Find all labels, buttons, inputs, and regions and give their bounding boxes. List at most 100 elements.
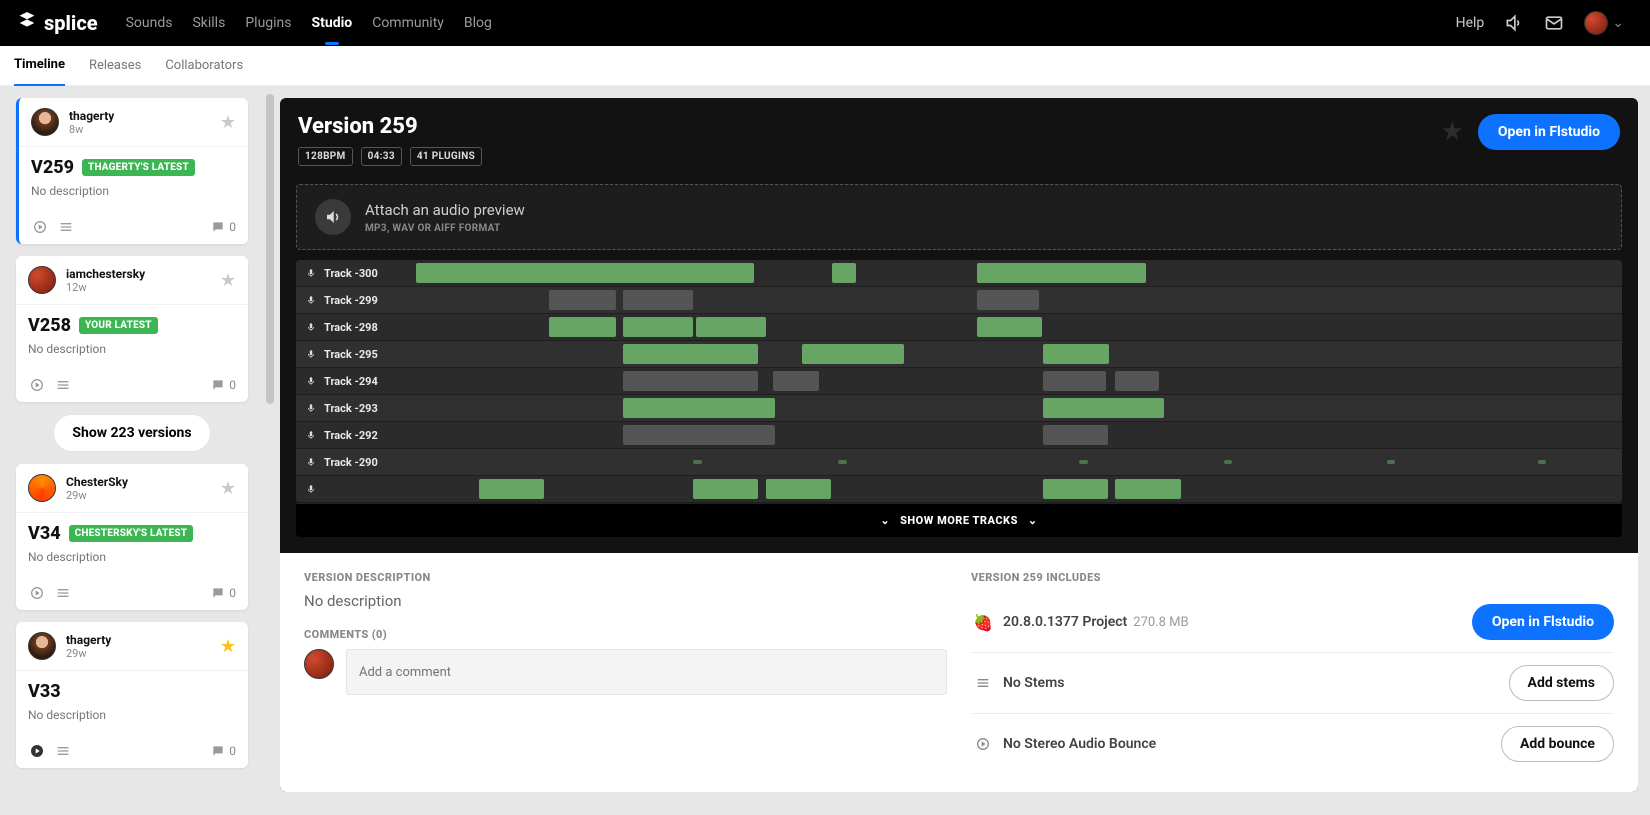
track-lane[interactable]	[416, 449, 1622, 475]
track-row[interactable]: Track -295	[296, 341, 1622, 368]
audio-clip[interactable]	[1115, 479, 1180, 499]
audio-clip[interactable]	[773, 371, 819, 391]
audio-clip[interactable]	[802, 344, 905, 364]
audio-clip[interactable]	[832, 263, 856, 283]
audio-clip[interactable]	[1538, 460, 1546, 464]
audio-clip[interactable]	[696, 317, 766, 337]
track-row[interactable]: Track -300	[296, 260, 1622, 287]
track-lane[interactable]	[416, 395, 1622, 421]
audio-clip[interactable]	[1043, 371, 1106, 391]
version-card[interactable]: thagerty29w★V33No description0	[16, 622, 248, 768]
comment-count[interactable]: 0	[211, 744, 236, 758]
audio-clip[interactable]	[623, 344, 758, 364]
star-icon[interactable]: ★	[220, 478, 236, 499]
track-lane[interactable]	[416, 287, 1622, 313]
show-more-versions-button[interactable]: Show 223 versions	[53, 414, 210, 452]
star-icon[interactable]: ★	[220, 636, 236, 657]
play-icon[interactable]	[28, 742, 46, 760]
list-icon[interactable]	[54, 584, 72, 602]
show-more-tracks-button[interactable]: ⌄ SHOW MORE TRACKS ⌄	[296, 503, 1622, 537]
nav-blog[interactable]: Blog	[464, 15, 492, 31]
nav-community[interactable]: Community	[372, 15, 444, 31]
audio-clip[interactable]	[1079, 460, 1087, 464]
audio-clip[interactable]	[1115, 371, 1158, 391]
star-icon[interactable]: ★	[220, 112, 236, 133]
comment-count[interactable]: 0	[211, 586, 236, 600]
nav-skills[interactable]: Skills	[192, 15, 225, 31]
mail-icon[interactable]	[1544, 13, 1564, 33]
track-row[interactable]: Track -293	[296, 395, 1622, 422]
audio-clip[interactable]	[1043, 398, 1164, 418]
mic-icon	[306, 403, 316, 413]
row-action-button[interactable]: Add stems	[1509, 665, 1614, 701]
list-icon[interactable]	[54, 376, 72, 394]
comment-input[interactable]	[346, 649, 947, 695]
play-icon[interactable]	[28, 376, 46, 394]
row-action-button[interactable]: Add bounce	[1501, 726, 1614, 762]
track-lane[interactable]	[416, 314, 1622, 340]
tab-releases[interactable]: Releases	[89, 46, 141, 85]
track-lane[interactable]	[416, 341, 1622, 367]
version-panel: Version 259 128BPM 04:33 41 PLUGINS ★ Op…	[280, 98, 1638, 792]
volume-icon[interactable]	[1504, 13, 1524, 33]
audio-clip[interactable]	[1043, 479, 1108, 499]
play-icon[interactable]	[28, 584, 46, 602]
brand-logo[interactable]: splice	[16, 11, 98, 35]
audio-clip[interactable]	[479, 479, 544, 499]
track-lane[interactable]	[416, 260, 1622, 286]
tab-collaborators[interactable]: Collaborators	[165, 46, 243, 85]
user-avatar	[28, 266, 56, 294]
audio-clip[interactable]	[766, 479, 831, 499]
play-icon[interactable]	[31, 218, 49, 236]
help-link[interactable]: Help	[1456, 15, 1485, 31]
row-icon	[971, 736, 995, 752]
nav-sounds[interactable]: Sounds	[126, 15, 173, 31]
comment-count[interactable]: 0	[211, 220, 236, 234]
audio-clip[interactable]	[623, 317, 693, 337]
track-lane[interactable]	[416, 368, 1622, 394]
track-row[interactable]: Track -294	[296, 368, 1622, 395]
nav-studio[interactable]: Studio	[312, 15, 353, 31]
track-lane[interactable]	[416, 476, 1622, 502]
audio-clip[interactable]	[623, 290, 693, 310]
comment-count[interactable]: 0	[211, 378, 236, 392]
favorite-star[interactable]: ★	[1441, 117, 1464, 147]
track-row[interactable]: Track -299	[296, 287, 1622, 314]
attach-audio-dropzone[interactable]: Attach an audio preview MP3, WAV OR AIFF…	[296, 184, 1622, 250]
audio-clip[interactable]	[623, 425, 775, 445]
list-icon[interactable]	[57, 218, 75, 236]
audio-clip[interactable]	[549, 317, 617, 337]
list-icon[interactable]	[54, 742, 72, 760]
track-name: Track -294	[324, 375, 378, 388]
audio-clip[interactable]	[977, 263, 1146, 283]
audio-clip[interactable]	[977, 290, 1040, 310]
star-icon[interactable]: ★	[220, 270, 236, 291]
audio-clip[interactable]	[416, 263, 754, 283]
audio-clip[interactable]	[977, 317, 1042, 337]
version-card[interactable]: thagerty8w★V259THAGERTY'S LATESTNo descr…	[16, 98, 248, 244]
tab-timeline[interactable]: Timeline	[14, 45, 65, 87]
audio-clip[interactable]	[1043, 425, 1108, 445]
row-action-button[interactable]: Open in Flstudio	[1472, 604, 1614, 640]
track-row[interactable]: Track -298	[296, 314, 1622, 341]
user-avatar[interactable]: ⌄	[1584, 11, 1624, 35]
audio-clip[interactable]	[623, 398, 775, 418]
open-flstudio-button[interactable]: Open in Flstudio	[1478, 114, 1620, 150]
audio-clip[interactable]	[1387, 460, 1395, 464]
audio-clip[interactable]	[693, 479, 758, 499]
audio-clip[interactable]	[1043, 344, 1109, 364]
audio-clip[interactable]	[549, 290, 617, 310]
track-row[interactable]	[296, 476, 1622, 503]
track-row[interactable]: Track -292	[296, 422, 1622, 449]
audio-clip[interactable]	[1224, 460, 1232, 464]
track-lane[interactable]	[416, 422, 1622, 448]
version-name: V258	[28, 315, 71, 336]
audio-clip[interactable]	[623, 371, 758, 391]
version-card[interactable]: iamchestersky12w★V258YOUR LATESTNo descr…	[16, 256, 248, 402]
nav-plugins[interactable]: Plugins	[245, 15, 291, 31]
sidebar-scrollbar[interactable]	[264, 86, 276, 815]
track-row[interactable]: Track -290	[296, 449, 1622, 476]
version-card[interactable]: ChesterSky29w★V34CHESTERSKY'S LATESTNo d…	[16, 464, 248, 610]
audio-clip[interactable]	[693, 460, 701, 464]
audio-clip[interactable]	[838, 460, 846, 464]
